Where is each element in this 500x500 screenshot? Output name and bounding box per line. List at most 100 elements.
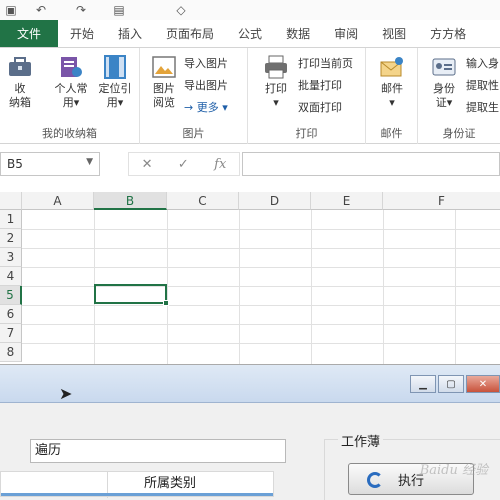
tab-data[interactable]: 数据 (274, 20, 322, 47)
print-label: 打印 ▾ (265, 82, 287, 109)
name-box[interactable]: B5 ▼ (0, 152, 100, 176)
row-header-3[interactable]: 3 (0, 248, 22, 267)
locate-icon (104, 55, 126, 79)
grid-line (22, 343, 500, 344)
run-icon (367, 472, 383, 488)
grid-line (383, 210, 384, 364)
worksheet-grid[interactable]: A B C D E F 1 2 3 4 5 6 7 8 (0, 192, 500, 364)
redo-icon[interactable]: ↷ (70, 1, 92, 19)
fill-handle[interactable] (163, 300, 169, 306)
group-label-collection: 我的收纳箱 (42, 127, 97, 140)
personal-common-label: 个人常 用▾ (54, 82, 88, 109)
dialog-title-bar[interactable]: ➤ ▁ ▢ ✕ (0, 365, 500, 403)
batch-print-button[interactable]: 批量打印 (298, 74, 342, 96)
collection-box-button[interactable]: 收 纳箱 (0, 54, 40, 110)
formula-input[interactable] (242, 152, 500, 176)
input-idcard-button[interactable]: 输入身 (466, 52, 499, 74)
row-header-5[interactable]: 5 (0, 286, 22, 305)
workbook-group-label: 工作薄 (338, 431, 384, 450)
print-current-page-button[interactable]: 打印当前页 (298, 52, 353, 74)
insert-function-icon[interactable]: fx (214, 157, 226, 172)
enter-icon[interactable]: ✓ (178, 157, 189, 172)
print-current-page-label: 打印当前页 (298, 57, 353, 70)
mouse-cursor-icon: ➤ (59, 384, 73, 403)
save-icon[interactable]: ▣ (0, 1, 22, 19)
ribbon: 收 纳箱 个人常 用▾ 定位引 用▾ 我的收纳箱 图片 阅览 导入图片 导出图片… (0, 48, 500, 144)
personal-common-button[interactable]: 个人常 用▾ (48, 54, 94, 110)
import-image-label: 导入图片 (184, 57, 228, 70)
extract-gender-label: 提取性 (466, 79, 499, 92)
image-preview-button[interactable]: 图片 阅览 (144, 54, 184, 110)
more-image-label: → 更多 ▾ (184, 101, 228, 114)
extract-gender-button[interactable]: 提取性 (466, 74, 499, 96)
select-all-corner[interactable] (0, 192, 22, 210)
chevron-down-icon[interactable]: ▼ (86, 157, 93, 167)
maximize-button[interactable]: ▢ (438, 375, 464, 393)
locate-reference-button[interactable]: 定位引 用▾ (92, 54, 138, 110)
column-header-c[interactable]: C (167, 192, 239, 210)
mail-button[interactable]: 邮件 ▾ (372, 54, 412, 110)
input-idcard-label: 输入身 (466, 57, 499, 70)
image-preview-label: 图片 阅览 (153, 82, 175, 109)
mail-icon (380, 57, 403, 77)
duplex-print-button[interactable]: 双面打印 (298, 96, 342, 118)
column-header-a[interactable]: A (22, 192, 94, 210)
mail-label: 邮件 ▾ (381, 82, 403, 109)
row-header-7[interactable]: 7 (0, 324, 22, 343)
column-header-d[interactable]: D (239, 192, 311, 210)
tab-home[interactable]: 开始 (58, 20, 106, 47)
search-input[interactable]: 遍历 (30, 439, 286, 463)
group-idcard: 身份 证▾ 输入身 提取性 提取生 身份证 (418, 48, 500, 144)
import-image-button[interactable]: 导入图片 (184, 52, 228, 74)
tab-review[interactable]: 审阅 (322, 20, 370, 47)
tab-view[interactable]: 视图 (370, 20, 418, 47)
printer-icon (265, 55, 287, 79)
group-collection: 收 纳箱 个人常 用▾ 定位引 用▾ 我的收纳箱 (0, 48, 140, 144)
tab-insert[interactable]: 插入 (106, 20, 154, 47)
formula-buttons: ✕ ✓ fx (128, 152, 240, 176)
grid-line (167, 210, 168, 364)
grid-line (22, 267, 500, 268)
extract-birth-button[interactable]: 提取生 (466, 96, 499, 118)
active-cell-b5[interactable] (94, 284, 169, 306)
selection-underline (1, 493, 273, 496)
column-header-b[interactable]: B (94, 192, 167, 210)
idcard-button[interactable]: 身份 证▾ (424, 54, 464, 110)
tab-fangfangge[interactable]: 方方格 (418, 20, 478, 47)
grid-line (311, 210, 312, 364)
row-header-4[interactable]: 4 (0, 267, 22, 286)
idcard-icon (432, 58, 456, 76)
row-header-6[interactable]: 6 (0, 305, 22, 324)
close-button[interactable]: ✕ (466, 375, 500, 393)
form-icon[interactable]: ▤ (108, 1, 130, 19)
group-label-print: 打印 (295, 127, 318, 140)
group-mail: 邮件 ▾ 邮件 (366, 48, 418, 144)
watermark-logo: Baidu 经验 (419, 463, 488, 478)
toolbox-icon (9, 57, 31, 76)
row-header-8[interactable]: 8 (0, 343, 22, 362)
grid-line (22, 324, 500, 325)
print-button[interactable]: 打印 ▾ (256, 54, 296, 110)
extract-birth-label: 提取生 (466, 101, 499, 114)
tab-page-layout[interactable]: 页面布局 (154, 20, 226, 47)
tab-file[interactable]: 文件 (0, 20, 58, 47)
window-buttons: ▁ ▢ ✕ (408, 375, 500, 393)
export-image-button[interactable]: 导出图片 (184, 74, 228, 96)
column-header-f[interactable]: F (383, 192, 500, 210)
group-print: 打印 ▾ 打印当前页 批量打印 双面打印 打印 (248, 48, 366, 144)
cancel-icon[interactable]: ✕ (142, 157, 153, 172)
collection-box-label: 收 纳箱 (9, 82, 31, 109)
minimize-button[interactable]: ▁ (410, 375, 436, 393)
tab-formulas[interactable]: 公式 (226, 20, 274, 47)
group-label-image: 图片 (182, 127, 205, 140)
grid-line (455, 210, 456, 364)
undo-icon[interactable]: ↶ (30, 1, 52, 19)
row-header-2[interactable]: 2 (0, 229, 22, 248)
customize-icon[interactable]: ◇ (170, 1, 192, 19)
row-header-1[interactable]: 1 (0, 210, 22, 229)
export-image-label: 导出图片 (184, 79, 228, 92)
more-image-button[interactable]: → 更多 ▾ (184, 96, 228, 118)
group-label-mail: 邮件 (380, 127, 403, 140)
column-header-e[interactable]: E (311, 192, 383, 210)
grid-line (22, 248, 500, 249)
